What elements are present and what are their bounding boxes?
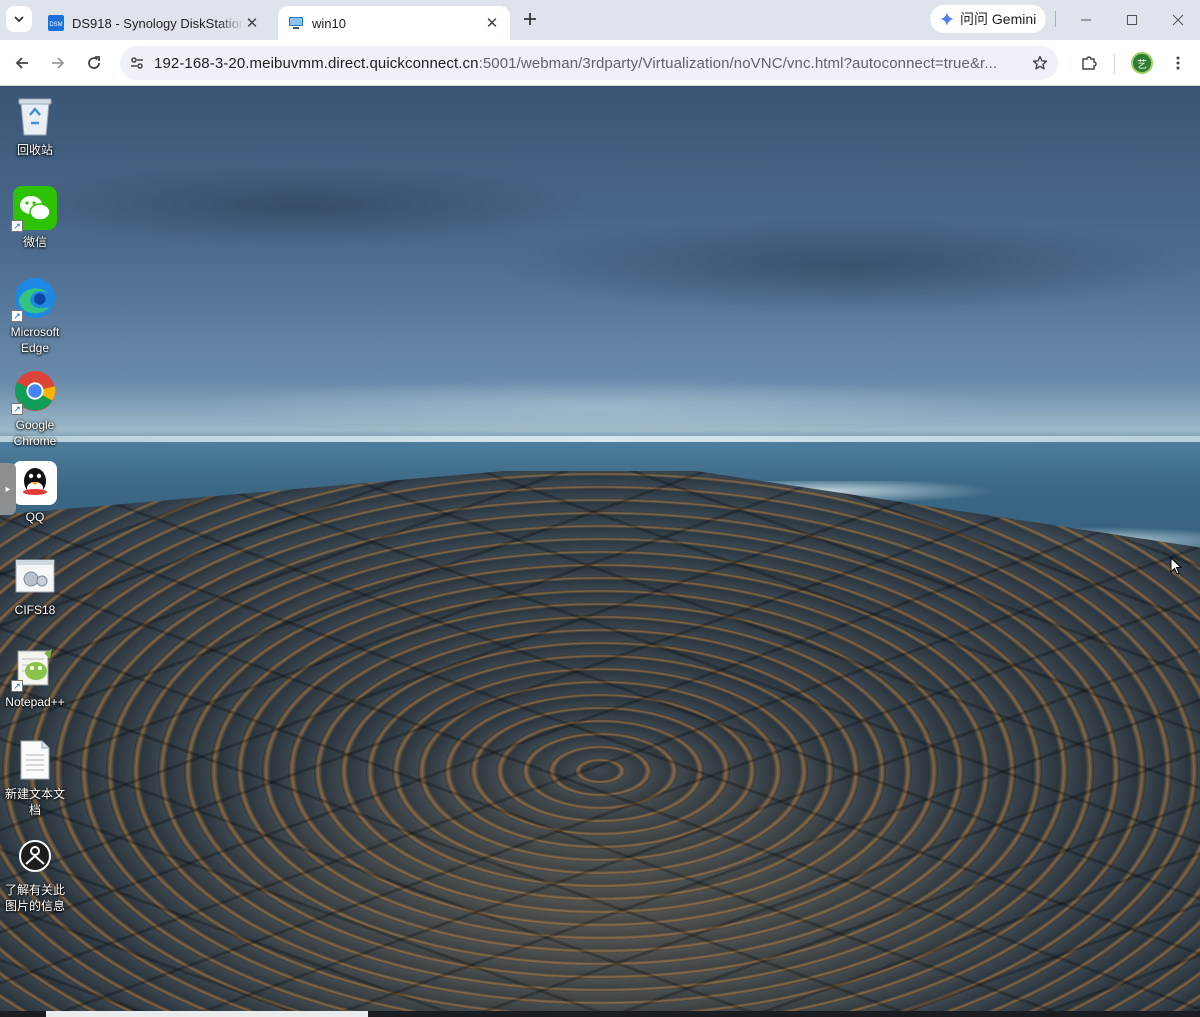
wallpaper-sky xyxy=(0,86,1200,441)
more-vert-icon xyxy=(1176,56,1180,70)
desktop-icon-recycle-bin[interactable]: 回收站 xyxy=(2,94,68,158)
browser-toolbar: 192-168-3-20.meibuvmm.direct.quickconnec… xyxy=(0,40,1200,86)
gemini-button[interactable]: 问问 Gemini xyxy=(930,5,1046,33)
extensions-button[interactable] xyxy=(1073,47,1105,79)
cifs-icon xyxy=(13,554,57,598)
reload-button[interactable] xyxy=(78,47,110,79)
profile-avatar[interactable]: 艺 xyxy=(1131,52,1153,74)
arrow-left-icon xyxy=(15,57,28,69)
shortcut-arrow-icon: ↗ xyxy=(11,310,23,322)
close-tab-icon[interactable]: ✕ xyxy=(484,15,500,32)
arrow-right-icon xyxy=(52,57,65,69)
desktop-icon-label: 回收站 xyxy=(16,143,53,157)
desktop-icon-notepad-plus-plus[interactable]: ↗ Notepad++ xyxy=(2,646,68,710)
novnc-control-bar-handle[interactable]: ▸ xyxy=(0,463,16,515)
remote-desktop[interactable]: 回收站 ↗ 微信 ↗ Microsoft Edge ↗ Google Chrom… xyxy=(0,86,1200,1017)
menu-button[interactable] xyxy=(1162,47,1194,79)
gemini-sparkle-icon xyxy=(940,12,954,26)
tab-win10[interactable]: win10 ✕ xyxy=(278,6,510,40)
divider xyxy=(1055,11,1056,27)
spotlight-info-icon xyxy=(13,834,57,878)
desktop-icon-edge[interactable]: ↗ Microsoft Edge xyxy=(2,276,68,356)
address-bar[interactable]: 192-168-3-20.meibuvmm.direct.quickconnec… xyxy=(120,46,1058,80)
site-info-button[interactable] xyxy=(120,46,154,80)
shortcut-arrow-icon: ↗ xyxy=(11,220,23,232)
text-document-icon xyxy=(13,738,57,782)
recycle-bin-icon xyxy=(13,94,57,138)
puzzle-icon xyxy=(1082,56,1097,70)
desktop-icon-cifs18[interactable]: CIFS18 xyxy=(2,554,68,618)
url-host: 192-168-3-20.meibuvmm.direct.quickconnec… xyxy=(154,54,479,72)
divider xyxy=(1114,54,1115,74)
desktop-icon-new-text-document[interactable]: 新建文本文档 xyxy=(2,738,68,818)
minimize-icon xyxy=(1081,19,1091,21)
desktop-icon-chrome[interactable]: ↗ Google Chrome xyxy=(2,369,68,449)
maximize-button[interactable] xyxy=(1110,6,1154,34)
desktop-icon-column: 回收站 ↗ 微信 ↗ Microsoft Edge ↗ Google Chrom… xyxy=(0,86,74,1017)
scrollbar-thumb[interactable] xyxy=(46,1011,368,1017)
shortcut-arrow-icon: ↗ xyxy=(11,403,23,415)
dsm-icon: DSM xyxy=(48,15,64,31)
mouse-cursor-icon xyxy=(1170,557,1182,575)
desktop-icon-label: 微信 xyxy=(22,235,47,249)
bookmark-button[interactable] xyxy=(1022,46,1058,80)
gemini-label: 问问 Gemini xyxy=(960,11,1037,27)
star-outline-icon xyxy=(1032,55,1048,70)
maximize-icon xyxy=(1127,15,1137,25)
desktop-icon-learn-about-picture[interactable]: 了解有关此图片的信息 xyxy=(2,834,68,914)
chevron-right-icon: ▸ xyxy=(5,483,11,495)
tune-icon xyxy=(131,57,143,69)
minimize-button[interactable] xyxy=(1064,6,1108,34)
desktop-icon-label: CIFS18 xyxy=(14,603,56,617)
wallpaper-rock-texture xyxy=(0,471,1200,1017)
svg-text:DSM: DSM xyxy=(49,22,62,28)
tab-title: win10 xyxy=(312,15,346,31)
url-text[interactable]: 192-168-3-20.meibuvmm.direct.quickconnec… xyxy=(154,55,1022,72)
url-path: :5001/webman/3rdparty/Virtualization/noV… xyxy=(478,54,998,72)
taskbar-strip xyxy=(0,1011,1200,1017)
vm-icon xyxy=(288,15,304,31)
tab-dsm[interactable]: DSM DS918 - Synology DiskStation ✕ xyxy=(38,6,270,40)
tab-strip: DSM DS918 - Synology DiskStation ✕ win10… xyxy=(0,0,1200,40)
back-button[interactable] xyxy=(6,47,38,79)
qq-icon xyxy=(13,461,57,505)
tab-title: DS918 - Synology DiskStation xyxy=(72,15,244,31)
plus-icon xyxy=(524,13,536,25)
desktop-icon-label: 了解有关此图片的信息 xyxy=(4,883,65,913)
reload-icon xyxy=(88,56,100,69)
close-tab-icon[interactable]: ✕ xyxy=(244,15,260,32)
new-tab-button[interactable] xyxy=(518,7,542,31)
shortcut-arrow-icon: ↗ xyxy=(11,680,23,692)
close-icon xyxy=(1172,14,1184,26)
desktop-icon-label: 新建文本文档 xyxy=(4,787,65,817)
desktop-icon-label: Notepad++ xyxy=(5,695,65,709)
notepad-plus-plus-icon: ↗ xyxy=(11,646,57,692)
desktop-icon-label: Microsoft Edge xyxy=(10,325,60,355)
wechat-icon: ↗ xyxy=(11,186,57,232)
tab-search-button[interactable] xyxy=(6,6,32,32)
desktop-icon-label: Google Chrome xyxy=(13,418,57,448)
desktop-icon-wechat[interactable]: ↗ 微信 xyxy=(2,186,68,250)
edge-icon: ↗ xyxy=(11,276,57,322)
forward-button[interactable] xyxy=(42,47,74,79)
chrome-icon: ↗ xyxy=(11,369,57,415)
close-window-button[interactable] xyxy=(1156,6,1200,34)
chevron-down-icon xyxy=(14,16,24,23)
